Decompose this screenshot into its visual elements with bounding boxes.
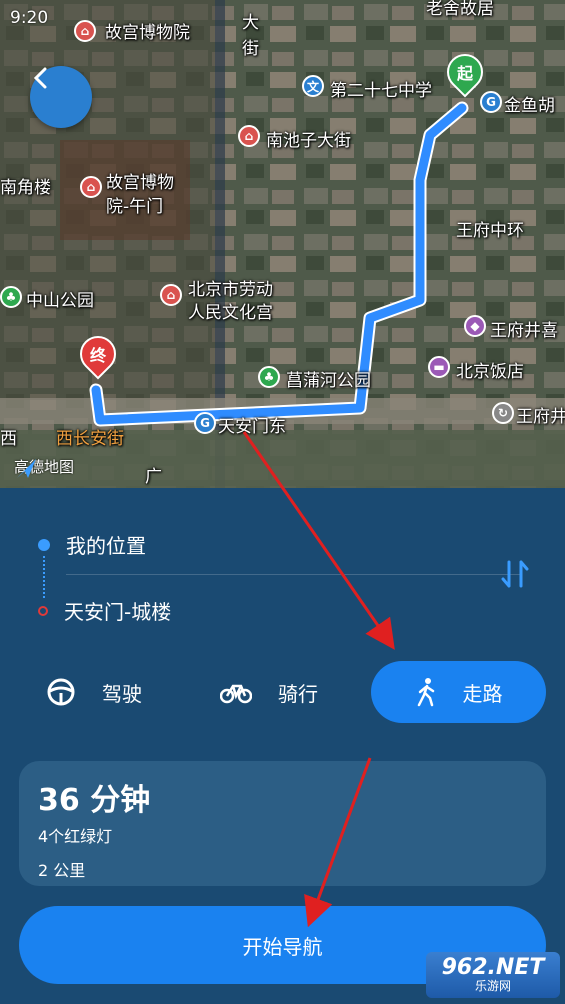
- map-label: 西: [0, 429, 17, 449]
- divider: [66, 574, 522, 575]
- map-label: 王府井: [516, 407, 565, 427]
- map-label: 南角楼: [0, 178, 51, 198]
- swap-button[interactable]: [495, 554, 535, 594]
- map-label: 故宫博物: [106, 173, 174, 193]
- school-icon: 文: [302, 75, 324, 97]
- map-label: 菖蒲河公园: [286, 371, 371, 391]
- swap-icon: [501, 560, 529, 588]
- map-label: 天安门东: [218, 417, 286, 437]
- subway-icon: G: [194, 412, 216, 434]
- steering-wheel-icon: [46, 677, 76, 707]
- eta-text: 36 分钟: [38, 783, 151, 818]
- amap-logo-icon: [17, 459, 36, 478]
- mode-drive-button[interactable]: 驾驶: [46, 661, 142, 723]
- destination-dot-icon: [38, 605, 48, 616]
- map-label: 人民文化宫: [188, 303, 273, 323]
- route-connector: [43, 556, 45, 598]
- hotel-icon: ▬: [428, 356, 450, 378]
- park-icon: ♣: [258, 366, 280, 388]
- mode-bike-button[interactable]: 骑行: [220, 661, 318, 723]
- map-label: 北京饭店: [456, 362, 524, 382]
- watermark-small: 乐游网: [474, 979, 511, 993]
- map-label: 老舍故居: [426, 0, 494, 19]
- map-label: 街: [242, 39, 259, 59]
- map-label: 南池子大街: [266, 131, 351, 151]
- origin-row[interactable]: 我的位置: [38, 530, 146, 559]
- destination-row[interactable]: 天安门-城楼: [38, 596, 171, 625]
- walking-icon: [415, 677, 437, 707]
- subway-icon: ↻: [492, 402, 514, 424]
- destination-text: 天安门-城楼: [64, 600, 172, 624]
- site-watermark: 962.NET 乐游网: [426, 952, 560, 998]
- museum-icon: ⌂: [74, 20, 96, 42]
- mode-label: 驾驶: [102, 681, 142, 706]
- map-label: 广: [145, 467, 162, 487]
- back-button[interactable]: [30, 66, 92, 128]
- map-logo: 高德地图: [14, 456, 74, 478]
- mode-walk-button[interactable]: 走路: [371, 661, 546, 723]
- landmark-icon: ⌂: [160, 284, 182, 306]
- shopping-icon: ◆: [464, 315, 486, 337]
- bicycle-icon: [220, 680, 252, 704]
- museum-icon: ⌂: [80, 176, 102, 198]
- map-label: 金鱼胡: [504, 96, 555, 116]
- start-pin-label: 起: [456, 64, 474, 84]
- map-label: 中山公园: [26, 291, 94, 311]
- map-label: 第二十七中学: [330, 81, 432, 101]
- map-label: 院-午门: [106, 197, 164, 217]
- chevron-left-icon: [33, 67, 47, 89]
- mode-label: 骑行: [278, 681, 318, 706]
- map-view[interactable]: 9:20 故宫博物院 ⌂ 大 街 老舍故居 文 第二十七中学 G 金鱼胡 ⌂ 南…: [0, 0, 565, 490]
- traffic-lights-text: 4个红绿灯: [38, 827, 113, 846]
- subway-icon: G: [480, 91, 502, 113]
- map-label: 西长安街: [56, 429, 124, 449]
- distance-text: 2 公里: [38, 861, 86, 880]
- end-pin-label: 终: [89, 346, 107, 366]
- origin-dot-icon: [38, 538, 50, 551]
- map-label: 王府井喜: [490, 321, 558, 341]
- map-label: 大: [242, 13, 259, 33]
- origin-text: 我的位置: [66, 534, 146, 558]
- route-panel: 我的位置 天安门-城楼 驾驶 骑行 走路 36 分钟 4个红绿灯 2 公里 开始…: [0, 488, 565, 1004]
- map-label: 北京市劳动: [188, 280, 273, 300]
- mode-label: 走路: [462, 681, 503, 706]
- park-icon: ♣: [0, 286, 22, 308]
- map-label: 故宫博物院: [105, 23, 190, 43]
- route-summary-card[interactable]: 36 分钟 4个红绿灯 2 公里: [19, 761, 546, 886]
- watermark-big: 962.NET: [441, 955, 545, 980]
- status-time: 9:20: [10, 8, 49, 28]
- map-label: 王府中环: [456, 221, 524, 241]
- landmark-icon: ⌂: [238, 125, 260, 147]
